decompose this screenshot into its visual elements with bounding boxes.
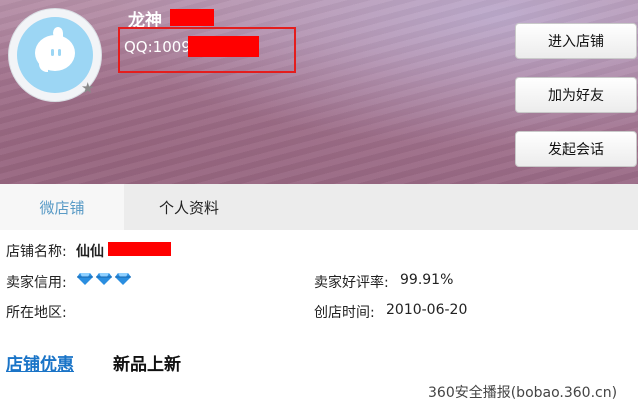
redaction-bar xyxy=(108,242,171,256)
watermark: 360安全播报(bobao.360.cn) xyxy=(428,385,618,401)
seller-credit-label: 卖家信用: xyxy=(6,275,67,291)
positive-rating-value: 99.91% xyxy=(400,272,454,288)
shop-name-label: 店铺名称: xyxy=(6,244,67,260)
profile-header: ★ 龙神 QQ:1009 进入店铺 加为好友 发起会话 xyxy=(0,0,638,184)
shop-name-value: 仙仙 xyxy=(76,244,104,260)
highlight-box xyxy=(118,27,296,73)
start-chat-button[interactable]: 发起会话 xyxy=(515,131,637,167)
diamond-icon xyxy=(115,273,131,285)
new-arrivals-link[interactable]: 新品上新 xyxy=(113,350,181,375)
tab-profile[interactable]: 个人资料 xyxy=(124,184,254,230)
add-friend-button[interactable]: 加为好友 xyxy=(515,77,637,113)
positive-rating-label: 卖家好评率: xyxy=(314,275,389,291)
shop-opened-label: 创店时间: xyxy=(314,305,375,321)
tab-bar: 微店铺 个人资料 xyxy=(0,184,638,230)
redaction-bar xyxy=(170,9,214,26)
seller-credit-value xyxy=(76,272,133,288)
shop-opened-value: 2010-06-20 xyxy=(386,302,468,318)
avatar[interactable]: ★ xyxy=(8,8,102,102)
tab-micro-shop[interactable]: 微店铺 xyxy=(0,184,124,230)
diamond-icon xyxy=(77,273,93,285)
diamond-icon xyxy=(96,273,112,285)
enter-shop-button[interactable]: 进入店铺 xyxy=(515,23,637,59)
shop-info-panel: 店铺名称: 仙仙 卖家信用: 卖家好评率: 99.91% 所在地区: 创店时间:… xyxy=(0,230,638,410)
star-icon: ★ xyxy=(81,79,95,97)
region-label: 所在地区: xyxy=(6,305,67,321)
promotions-link[interactable]: 店铺优惠 xyxy=(6,350,74,375)
